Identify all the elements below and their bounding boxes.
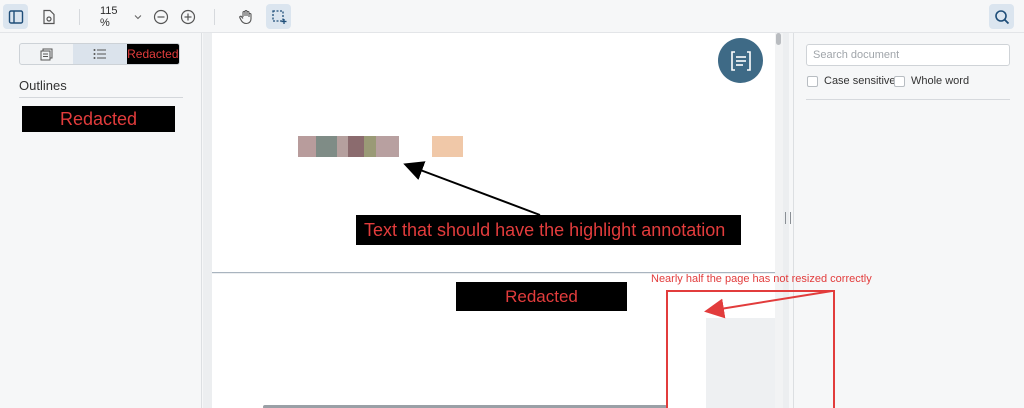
whole-word-label: Whole word [911,75,970,87]
text-block [364,136,376,157]
zoom-in-icon [180,9,195,24]
vertical-scrollbar-thumb[interactable] [776,33,781,45]
text-block [348,136,364,157]
toolbar-divider [214,9,215,25]
marquee-select-icon [271,9,286,24]
zoom-value: 115 % [100,5,118,29]
text-block [337,136,348,157]
tab-redacted[interactable]: Redacted [126,44,179,64]
toolbar: 115 % [0,0,1024,33]
tab-thumbnails[interactable] [20,44,73,64]
search-button[interactable] [989,4,1014,29]
chevron-down-icon [134,15,142,20]
sidebar-toggle-button[interactable] [3,4,28,29]
marquee-select-button[interactable] [266,4,291,29]
unresized-page-area [706,318,775,408]
outlines-heading: Outlines [19,78,67,93]
toolbar-divider [79,9,80,25]
sidebar-tab-group: Redacted [19,43,180,65]
outlines-divider [19,97,183,98]
text-lines-icon [730,50,751,71]
left-sidebar: Redacted Outlines Redacted [0,33,202,408]
text-block [298,136,316,157]
outline-list-icon [93,49,106,59]
search-document-input[interactable] [806,44,1010,66]
text-block [432,136,463,157]
pixelated-text-blocks [298,136,399,157]
outline-item-redacted[interactable]: Redacted [22,106,175,132]
hand-icon [238,9,252,24]
sidebar-toggle-icon [8,9,23,24]
annotation-note: Nearly half the page has not resized cor… [651,273,872,285]
text-block [376,136,399,157]
whole-word-checkbox[interactable] [894,76,905,87]
vertical-scrollbar[interactable] [775,33,783,408]
thumbnails-icon [40,48,53,60]
annotation-label: Text that should have the highlight anno… [356,215,741,245]
tab-outlines[interactable] [73,44,127,64]
search-icon [994,9,1009,24]
search-panel: Case sensitive Whole word [793,33,1024,408]
zoom-dropdown[interactable]: 115 % [94,5,142,29]
document-gear-icon [42,9,55,24]
page2-redacted-box: Redacted [456,282,627,311]
text-mode-fab[interactable] [718,38,763,83]
text-block [316,136,337,157]
pdf-viewer-window: 115 % Redacted Outlines Redacted Search … [0,0,1024,408]
zoom-in-button[interactable] [175,4,200,29]
right-panel-resize-handle[interactable] [785,212,791,224]
document-settings-button[interactable] [36,4,61,29]
pixelated-text-blocks [432,136,463,157]
pan-tool-button[interactable] [233,4,258,29]
zoom-out-button[interactable] [148,4,173,29]
case-sensitive-label: Case sensitive [824,75,896,87]
search-panel-divider [806,99,1010,100]
case-sensitive-checkbox[interactable] [807,76,818,87]
zoom-out-icon [153,9,168,24]
